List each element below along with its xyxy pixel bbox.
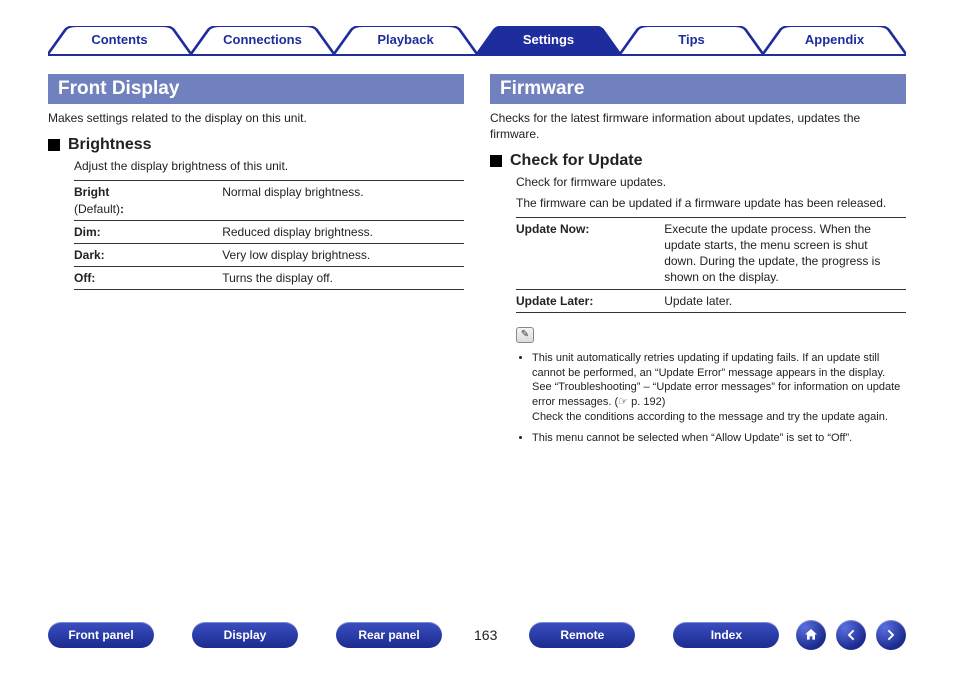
- check-update-desc2: The firmware can be updated if a firmwar…: [516, 195, 906, 211]
- subheader-check-update-label: Check for Update: [510, 152, 642, 170]
- tab-label: Contents: [91, 32, 147, 47]
- pencil-note-icon: ✎: [516, 327, 534, 343]
- tab-tips[interactable]: Tips: [620, 26, 763, 54]
- note-item: This menu cannot be selected when “Allow…: [532, 431, 906, 446]
- tab-label: Settings: [523, 32, 574, 47]
- check-update-desc1: Check for firmware updates.: [516, 174, 906, 190]
- opt-label: Update Later:: [516, 289, 664, 312]
- table-row: Bright (Default): Normal display brightn…: [74, 181, 464, 220]
- tab-settings[interactable]: Settings: [477, 26, 620, 54]
- table-row: Dim: Reduced display brightness.: [74, 220, 464, 243]
- opt-label: Update Now:: [516, 217, 664, 289]
- tab-label: Tips: [678, 32, 705, 47]
- table-row: Dark: Very low display brightness.: [74, 243, 464, 266]
- col-firmware: Firmware Checks for the latest firmware …: [490, 74, 906, 593]
- front-display-intro: Makes settings related to the display on…: [48, 110, 464, 126]
- page-number: 163: [474, 627, 497, 643]
- rear-panel-button[interactable]: Rear panel: [336, 622, 442, 648]
- subheader-brightness: Brightness: [48, 136, 464, 154]
- note-list: This unit automatically retries updating…: [516, 351, 906, 446]
- opt-label: Off:: [74, 267, 222, 290]
- square-bullet-icon: [490, 155, 502, 167]
- subheader-brightness-label: Brightness: [68, 136, 152, 154]
- update-table: Update Now: Execute the update process. …: [516, 217, 906, 313]
- opt-label: Dark:: [74, 243, 222, 266]
- remote-button[interactable]: Remote: [529, 622, 635, 648]
- tab-playback[interactable]: Playback: [334, 26, 477, 54]
- square-bullet-icon: [48, 139, 60, 151]
- front-panel-button[interactable]: Front panel: [48, 622, 154, 648]
- home-icon[interactable]: [796, 620, 826, 650]
- col-front-display: Front Display Makes settings related to …: [48, 74, 464, 593]
- opt-label: Dim:: [74, 220, 222, 243]
- opt-value: Update later.: [664, 289, 906, 312]
- index-button[interactable]: Index: [673, 622, 779, 648]
- brightness-desc: Adjust the display brightness of this un…: [74, 158, 464, 174]
- content-columns: Front Display Makes settings related to …: [48, 74, 906, 593]
- brightness-table: Bright (Default): Normal display brightn…: [74, 180, 464, 290]
- footer: Front panel Display Rear panel 163 Remot…: [48, 619, 906, 651]
- tab-label: Connections: [223, 32, 302, 47]
- opt-value: Very low display brightness.: [222, 243, 464, 266]
- next-page-icon[interactable]: [876, 620, 906, 650]
- opt-value: Normal display brightness.: [222, 181, 464, 220]
- opt-value: Reduced display brightness.: [222, 220, 464, 243]
- note-box: ✎ This unit automatically retries updati…: [516, 327, 906, 446]
- table-row: Update Now: Execute the update process. …: [516, 217, 906, 289]
- prev-page-icon[interactable]: [836, 620, 866, 650]
- firmware-intro: Checks for the latest firmware informati…: [490, 110, 906, 142]
- subheader-check-update: Check for Update: [490, 152, 906, 170]
- section-header-firmware: Firmware: [490, 74, 906, 104]
- opt-label-light: (Default): [74, 202, 120, 216]
- tab-label: Appendix: [805, 32, 864, 47]
- note-item: This unit automatically retries updating…: [532, 351, 906, 425]
- tab-label: Playback: [377, 32, 433, 47]
- top-nav: Contents Connections Playback Settings T…: [48, 26, 906, 54]
- display-button[interactable]: Display: [192, 622, 298, 648]
- tab-contents[interactable]: Contents: [48, 26, 191, 54]
- table-row: Off: Turns the display off.: [74, 267, 464, 290]
- tab-appendix[interactable]: Appendix: [763, 26, 906, 54]
- opt-value: Execute the update process. When the upd…: [664, 217, 906, 289]
- opt-colon: :: [120, 202, 124, 216]
- tab-connections[interactable]: Connections: [191, 26, 334, 54]
- nav-icons: [796, 620, 906, 650]
- opt-label: Bright: [74, 185, 109, 199]
- section-header-front-display: Front Display: [48, 74, 464, 104]
- opt-value: Turns the display off.: [222, 267, 464, 290]
- table-row: Update Later: Update later.: [516, 289, 906, 312]
- nav-underline: [48, 54, 906, 56]
